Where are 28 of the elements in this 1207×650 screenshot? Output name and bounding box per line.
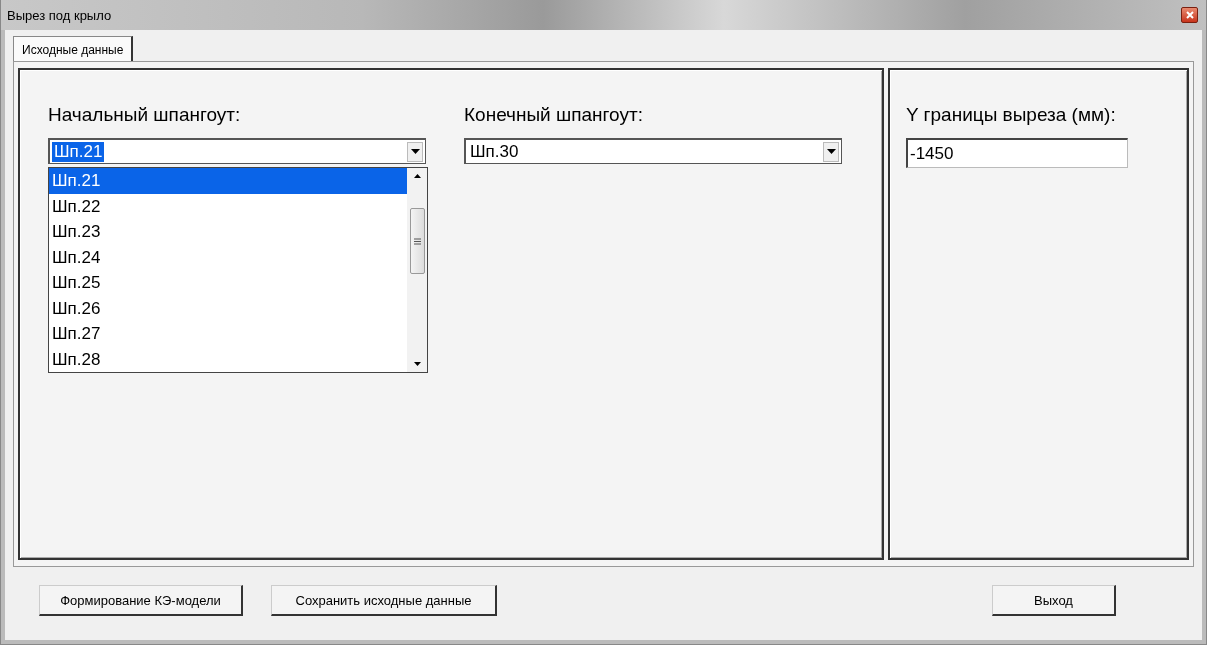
list-item[interactable]: Шп.25 — [49, 270, 407, 296]
list-item[interactable]: Шп.22 — [49, 193, 407, 219]
list-item[interactable]: Шп.23 — [49, 219, 407, 245]
close-icon — [1184, 10, 1195, 20]
field-label: Начальный шпангоут: — [48, 104, 242, 126]
list-item[interactable]: Шп.27 — [49, 321, 407, 347]
dropdown-value: Шп.21 — [52, 141, 105, 162]
list-item[interactable]: Шп.26 — [49, 295, 407, 321]
list-item[interactable]: Шп.21 — [49, 168, 407, 194]
action-button[interactable]: Формирование КЭ-модели — [39, 585, 243, 616]
window-title: Вырез под крыло — [7, 7, 112, 23]
field-label: Y границы выреза (мм): — [906, 104, 1117, 126]
scrollbar[interactable] — [407, 168, 427, 372]
action-button[interactable]: Выход — [992, 585, 1116, 616]
scroll-thumb[interactable] — [409, 208, 425, 274]
action-button[interactable]: Сохранить исходные данные — [271, 585, 497, 616]
tab[interactable]: Исходные данные — [13, 36, 134, 62]
close-button[interactable] — [1181, 7, 1198, 23]
scroll-up-icon[interactable] — [413, 174, 421, 178]
field-label: Конечный шпангоут: — [464, 104, 644, 126]
dropdown-field[interactable]: Шп.21 — [48, 138, 426, 164]
list-item[interactable]: Шп.28 — [49, 346, 407, 372]
dropdown-value: Шп.30 — [469, 141, 520, 162]
grip-icon — [413, 237, 421, 245]
dropdown-field[interactable]: Шп.30 — [464, 138, 842, 164]
scroll-down-icon[interactable] — [413, 362, 421, 366]
input-field[interactable]: -1450 — [906, 138, 1128, 168]
list-item[interactable]: Шп.24 — [49, 244, 407, 270]
